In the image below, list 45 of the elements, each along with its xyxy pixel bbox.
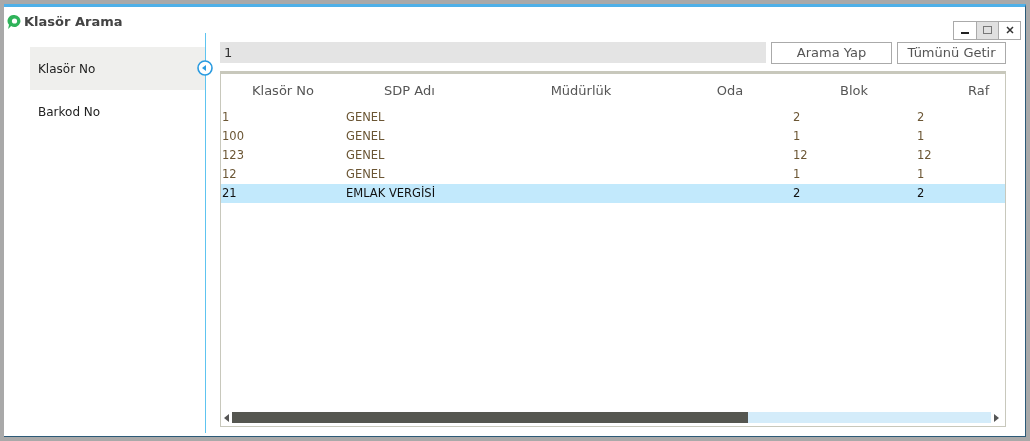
table-cell: 12 [222, 167, 237, 181]
close-icon [1005, 26, 1014, 34]
table-cell: 100 [222, 129, 244, 143]
table-row[interactable]: 100 GENEL 1 1 [221, 127, 1005, 146]
collapse-icon[interactable] [197, 60, 213, 76]
search-field[interactable]: 1 [220, 42, 766, 63]
table-row[interactable]: 1 GENEL 2 2 [221, 108, 1005, 127]
scrollbar-thumb[interactable] [232, 412, 749, 423]
column-header[interactable]: Müdürlük [550, 83, 612, 98]
table-cell: 12 [917, 148, 932, 162]
table-row[interactable]: 12 GENEL 1 1 [221, 165, 1005, 184]
table-cell: 12 [793, 148, 808, 162]
scroll-right-icon[interactable] [994, 413, 999, 422]
logo-icon [7, 14, 22, 30]
table-cell: 2 [793, 110, 801, 124]
action-button[interactable]: Arama Yap [771, 42, 892, 64]
maximize-icon [983, 26, 992, 34]
table-cell: 1 [917, 167, 925, 181]
sidebar-item[interactable]: Barkod No [30, 90, 205, 133]
table-row[interactable]: 123 GENEL 12 12 [221, 146, 1005, 165]
table-cell: 123 [222, 148, 244, 162]
table-cell: 1 [222, 110, 230, 124]
table-cell: EMLAK VERGİSİ [346, 186, 436, 200]
column-header[interactable]: Oda [716, 83, 744, 98]
table-cell: 2 [917, 110, 925, 124]
table-cell: GENEL [346, 129, 385, 143]
window-title: Klasör Arama [24, 13, 123, 32]
scroll-left-icon[interactable] [224, 413, 229, 422]
column-header[interactable]: Raf [968, 83, 990, 98]
table-cell: 21 [222, 186, 237, 200]
column-header[interactable]: Blok [840, 83, 868, 98]
column-header[interactable]: Klasör No [252, 83, 314, 98]
table-row[interactable]: 21 EMLAK VERGİSİ 2 2 [221, 184, 1005, 203]
action-button[interactable]: Tümünü Getir [897, 42, 1006, 64]
column-header[interactable]: SDP Adı [384, 83, 435, 98]
table-cell: GENEL [346, 148, 385, 162]
table-cell: 2 [793, 186, 801, 200]
table-cell: 2 [917, 186, 925, 200]
sidebar-item[interactable]: Klasör No [30, 47, 205, 90]
table-cell: 1 [917, 129, 925, 143]
table-cell: GENEL [346, 167, 385, 181]
table-cell: 1 [793, 129, 801, 143]
scrollbar-track[interactable] [232, 412, 991, 423]
table-cell: GENEL [346, 110, 385, 124]
table-cell: 1 [793, 167, 801, 181]
